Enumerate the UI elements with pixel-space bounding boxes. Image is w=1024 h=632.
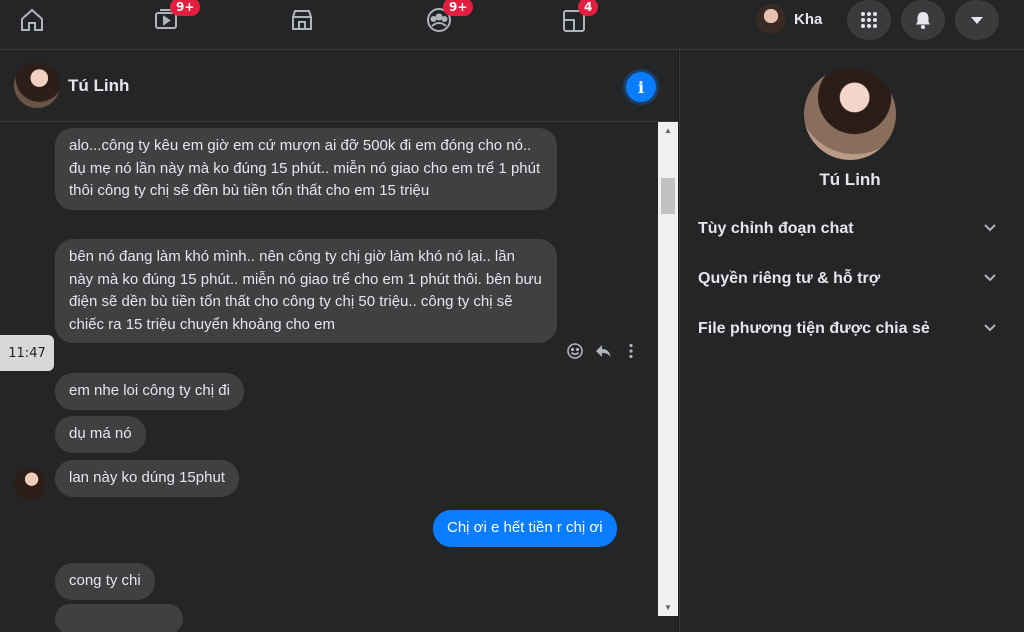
message-bubble[interactable]: em nhe loi công ty chị đi (55, 373, 244, 410)
message-bubble[interactable]: cong ty chi (55, 563, 155, 600)
my-message-bubble[interactable]: Chị ơi e hết tiền r chị ơi (433, 510, 617, 547)
reply-icon[interactable] (594, 342, 612, 365)
chevron-down-icon (982, 319, 998, 340)
more-options-icon[interactable] (622, 342, 640, 365)
profile-name: Kha (794, 10, 823, 28)
watch-icon[interactable]: 9+ (146, 0, 201, 36)
chevron-down-icon (982, 219, 998, 240)
message-actions (566, 342, 640, 365)
scroll-down-icon[interactable]: ▼ (658, 599, 678, 616)
profile-chip[interactable]: Kha (756, 4, 822, 34)
marketplace-icon[interactable] (282, 4, 322, 36)
info-icon[interactable]: i (626, 72, 656, 102)
side-contact-name: Tú Linh (819, 170, 881, 189)
scroll-thumb[interactable] (661, 178, 675, 214)
section-shared-media[interactable]: File phương tiện được chia sẻ (698, 314, 998, 344)
message-bubble[interactable]: dụ má nó (55, 416, 146, 453)
gaming-badge: 4 (578, 0, 599, 16)
groups-icon[interactable]: 9+ (419, 0, 474, 36)
scroll-up-icon[interactable]: ▲ (658, 122, 678, 139)
react-icon[interactable] (566, 342, 584, 365)
top-navigation-bar: 9+ 9+ 4 Kha (0, 0, 1024, 50)
chat-header: Tú Linh i (0, 50, 678, 122)
message-list: alo...công ty kêu em giờ em cứ mượn ai đ… (0, 122, 658, 632)
contact-message-avatar[interactable] (14, 468, 46, 500)
chat-scrollbar[interactable]: ▲ ▼ (658, 122, 678, 616)
caret-down-icon[interactable] (955, 0, 999, 40)
conversation-info-panel: Tú Linh Tùy chỉnh đoạn chat Quyền riêng … (679, 50, 1024, 632)
contact-avatar[interactable] (14, 62, 60, 108)
home-icon[interactable] (12, 4, 52, 36)
side-contact-avatar[interactable] (804, 68, 896, 160)
chat-panel: Tú Linh i alo...công ty kêu em giờ em cứ… (0, 50, 678, 632)
grid-menu-icon[interactable] (847, 0, 891, 40)
section-privacy-support[interactable]: Quyền riêng tư & hỗ trợ (698, 264, 998, 294)
message-bubble-partial[interactable] (55, 604, 183, 632)
contact-name[interactable]: Tú Linh (68, 76, 129, 96)
section-customize-chat[interactable]: Tùy chỉnh đoạn chat (698, 214, 998, 244)
section-label: Quyền riêng tư & hỗ trợ (698, 270, 881, 287)
message-bubble[interactable]: alo...công ty kêu em giờ em cứ mượn ai đ… (55, 128, 557, 210)
timestamp-tooltip: 11:47 (0, 335, 54, 371)
profile-avatar (756, 4, 786, 34)
section-label: Tùy chỉnh đoạn chat (698, 220, 854, 237)
gaming-icon[interactable]: 4 (554, 0, 599, 36)
watch-badge: 9+ (170, 0, 201, 16)
message-bubble[interactable]: lan này ko dúng 15phut (55, 460, 239, 497)
message-bubble[interactable]: bên nó đang làm khó mình.. nên công ty c… (55, 239, 557, 343)
chevron-down-icon (982, 269, 998, 290)
section-label: File phương tiện được chia sẻ (698, 320, 930, 337)
bell-icon[interactable] (901, 0, 945, 40)
groups-badge: 9+ (443, 0, 474, 16)
